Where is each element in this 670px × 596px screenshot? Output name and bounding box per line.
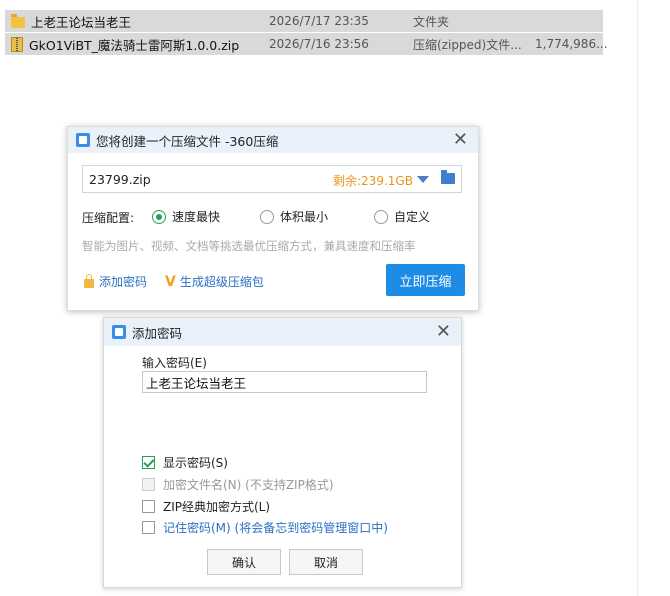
filename-input[interactable] <box>89 170 309 188</box>
browse-folder-icon[interactable] <box>441 170 455 184</box>
file-list: 上老王论坛当老王 2026/7/17 23:35 文件夹 GkO1ViBT_魔法… <box>5 10 608 56</box>
file-date: 2026/7/16 23:56 <box>269 37 369 51</box>
password-label: 输入密码(E) <box>142 356 207 370</box>
super-compress-label: 生成超级压缩包 <box>179 275 264 289</box>
compress-hint: 智能为图片、视频、文档等挑选最优压缩方式，兼具速度和压缩率 <box>82 239 416 253</box>
file-name: 上老王论坛当老王 <box>31 14 132 30</box>
dialog-titlebar: 您将创建一个压缩文件 -360压缩 ✕ <box>68 127 478 153</box>
app-icon <box>112 325 126 339</box>
file-name-cell: 上老王论坛当老王 <box>11 12 131 31</box>
file-size: 1,774,986... <box>535 37 608 51</box>
filename-field: 剩余:239.1GB <box>82 165 462 193</box>
zip-icon <box>11 36 23 52</box>
file-type: 文件夹 <box>413 14 450 29</box>
checkbox-box <box>142 478 155 491</box>
radio-label: 体积最小 <box>280 210 329 224</box>
password-dialog: 添加密码 ✕ 输入密码(E) 显示密码(S) 加密文件名(N) (不支持ZIP格… <box>103 317 462 588</box>
checkbox-label: ZIP经典加密方式(L) <box>163 500 271 514</box>
compress-dialog: 您将创建一个压缩文件 -360压缩 ✕ 剩余:239.1GB 压缩配置: 速度最… <box>67 126 479 311</box>
window-divider <box>637 0 638 596</box>
radio-dot <box>374 209 388 224</box>
file-name: GkO1ViBT_魔法骑士雷阿斯1.0.0.zip <box>29 37 240 53</box>
checkbox-label: 显示密码(S) <box>163 456 228 470</box>
radio-smallest[interactable]: 体积最小 <box>260 208 328 225</box>
radio-label: 速度最快 <box>172 210 221 224</box>
radio-custom[interactable]: 自定义 <box>374 208 430 225</box>
checkbox-box <box>142 500 155 513</box>
radio-label: 自定义 <box>394 210 431 224</box>
file-type: 压缩(zipped)文件... <box>413 37 522 52</box>
cancel-button[interactable]: 取消 <box>289 549 363 575</box>
v-badge-icon: V <box>165 273 176 290</box>
ok-button[interactable]: 确认 <box>207 549 281 575</box>
password-input[interactable] <box>142 371 427 393</box>
compress-now-button[interactable]: 立即压缩 <box>386 264 465 296</box>
add-password-link[interactable]: 添加密码 <box>84 273 147 290</box>
dropdown-arrow-icon[interactable] <box>417 176 429 183</box>
free-space-label: 剩余:239.1GB <box>333 174 413 188</box>
file-name-cell: GkO1ViBT_魔法骑士雷阿斯1.0.0.zip <box>11 35 239 54</box>
encrypt-filename-checkbox: 加密文件名(N) (不支持ZIP格式) <box>142 476 334 493</box>
show-password-checkbox[interactable]: 显示密码(S) <box>142 454 228 471</box>
checkbox-box <box>142 456 155 469</box>
dialog-title: 您将创建一个压缩文件 -360压缩 <box>96 133 279 149</box>
dialog-title: 添加密码 <box>132 325 183 341</box>
close-icon[interactable]: ✕ <box>453 130 468 150</box>
lock-icon <box>84 274 94 288</box>
app-icon <box>76 133 90 147</box>
file-row-zip[interactable]: GkO1ViBT_魔法骑士雷阿斯1.0.0.zip 2026/7/16 23:5… <box>5 33 608 55</box>
radio-dot <box>152 209 166 224</box>
checkbox-label: 加密文件名(N) (不支持ZIP格式) <box>163 478 334 492</box>
super-compress-link[interactable]: V 生成超级压缩包 <box>165 273 264 290</box>
compress-config-row: 压缩配置: 速度最快 体积最小 自定义 <box>82 208 462 226</box>
dialog-titlebar: 添加密码 ✕ <box>104 318 461 346</box>
config-label: 压缩配置: <box>82 211 135 225</box>
remember-password-checkbox[interactable]: 记住密码(M) (将会备忘到密码管理窗口中) <box>142 519 388 536</box>
radio-dot <box>260 209 274 224</box>
add-password-label: 添加密码 <box>99 275 148 289</box>
checkbox-box <box>142 521 155 534</box>
file-date: 2026/7/17 23:35 <box>269 14 369 28</box>
file-row-folder[interactable]: 上老王论坛当老王 2026/7/17 23:35 文件夹 <box>5 10 603 32</box>
radio-fastest[interactable]: 速度最快 <box>152 208 220 225</box>
folder-icon <box>11 13 25 28</box>
zip-classic-checkbox[interactable]: ZIP经典加密方式(L) <box>142 498 270 515</box>
checkbox-label: 记住密码(M) (将会备忘到密码管理窗口中) <box>163 521 388 535</box>
close-icon[interactable]: ✕ <box>436 322 451 342</box>
